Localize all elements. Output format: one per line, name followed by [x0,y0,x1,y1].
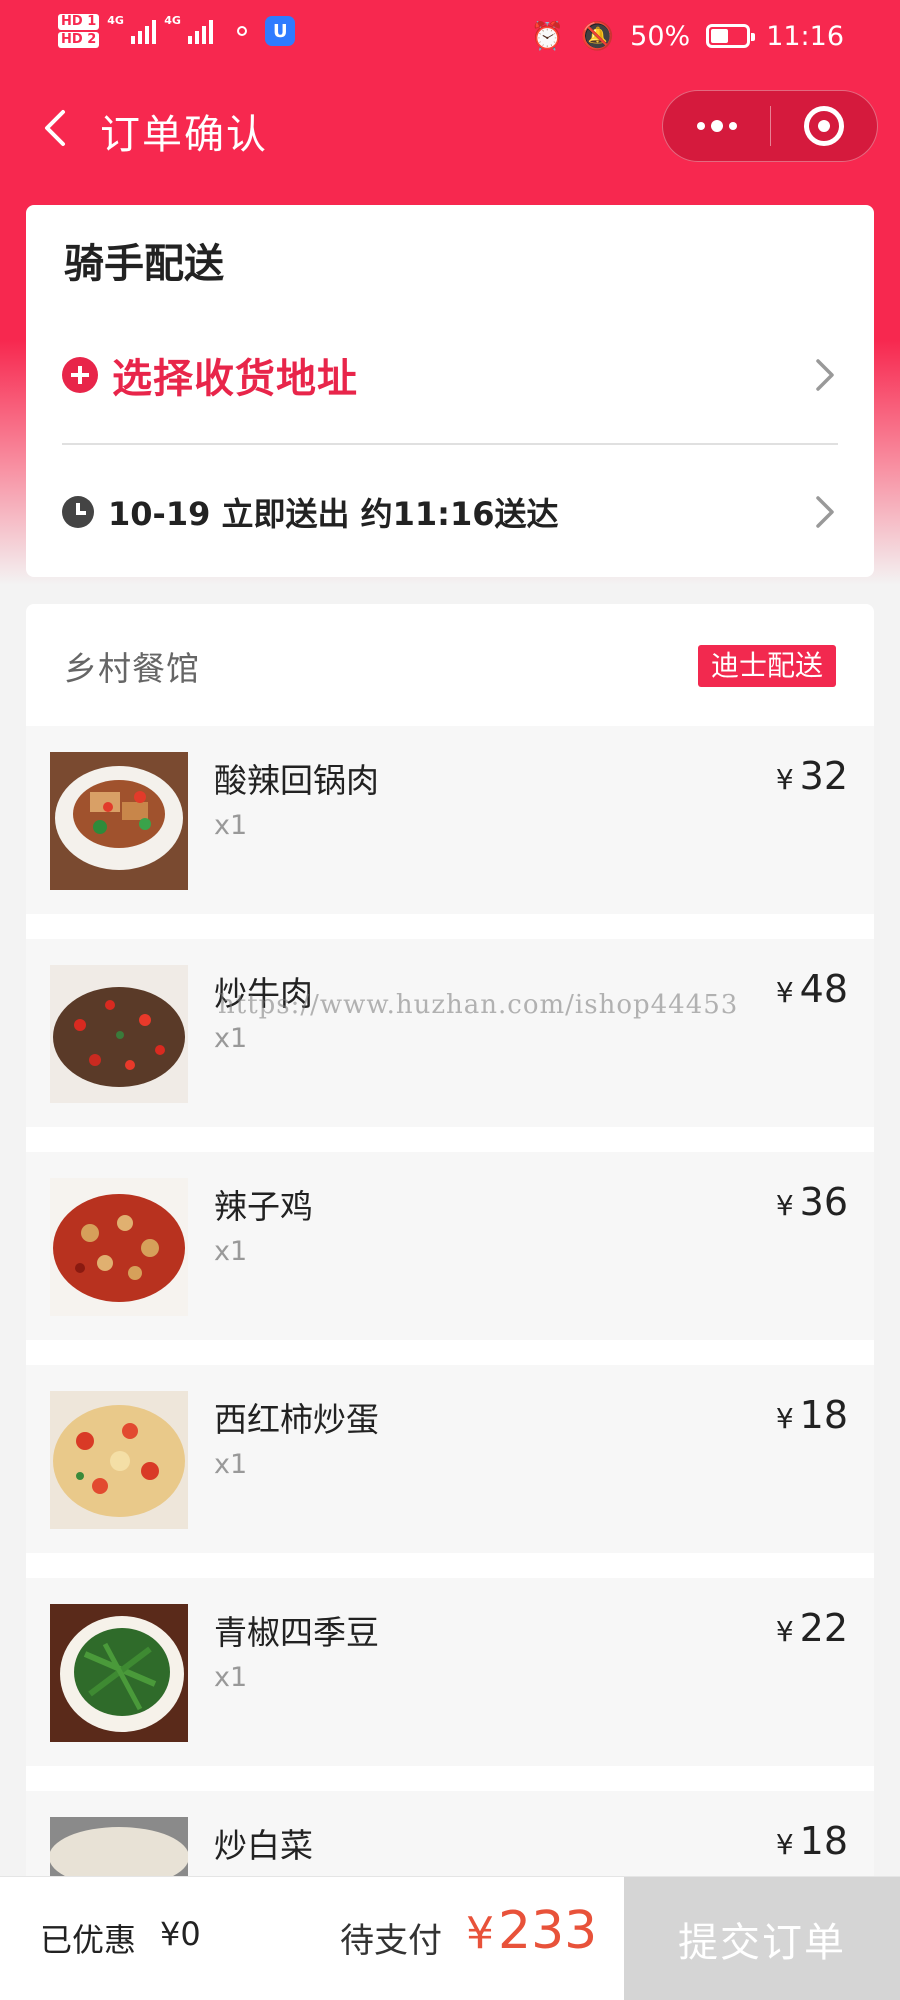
chevron-right-icon [812,494,838,530]
mute-bell-icon: 🔕 [580,21,615,52]
signal-1-icon: 4G [107,14,157,44]
mini-program-capsule [662,90,878,162]
order-item: 西红柿炒蛋 x1 ¥18 [26,1365,874,1553]
dish-image [50,1391,188,1529]
alarm-icon: ⏰ [530,21,565,52]
item-quantity: x1 [214,1449,248,1480]
restaurant-header: 乡村餐馆 迪士配送 [26,604,874,726]
item-price: ¥18 [775,1393,848,1437]
delivery-badge: 迪士配送 [697,645,836,687]
battery-icon [706,24,756,48]
restaurant-name: 乡村餐馆 [64,649,200,688]
select-address-label: 选择收货地址 [112,356,358,402]
dish-image [50,1604,188,1742]
nav-bar: 订单确认 [0,80,900,176]
item-quantity: x1 [214,1662,248,1693]
total-amount: ¥233 [466,1901,598,1961]
item-name: 西红柿炒蛋 [214,1400,379,1439]
item-name: 青椒四季豆 [214,1613,379,1652]
dish-image [50,1817,188,1880]
order-item: 青椒四季豆 x1 ¥22 [26,1578,874,1766]
hd2-indicator: HD 2 [58,32,100,48]
back-button[interactable] [28,100,84,156]
vpn-icon [237,26,248,36]
clock-icon [62,496,94,528]
checkout-bar: 已优惠 ¥0 待支付 ¥233 提交订单 [0,1876,900,2000]
more-button[interactable] [663,91,770,161]
select-address-row[interactable]: 选择收货地址 [62,343,838,407]
item-name: 辣子鸡 [214,1187,313,1226]
order-item-list: 酸辣回锅肉 x1 ¥32 炒牛肉 x1 ¥48 辣子鸡 x1 ¥36 西红柿炒蛋 [26,726,874,1880]
item-price: ¥22 [775,1606,848,1650]
item-price: ¥18 [775,1819,848,1863]
app-notification-icon: U [265,16,296,46]
submit-order-button[interactable]: 提交订单 [624,1877,900,2000]
item-quantity: x1 [214,810,248,841]
discount-value: ¥0 [160,1915,201,1953]
delivery-time-row[interactable]: 10-19 立即送出 约11:16送达 [62,487,838,537]
delivery-method-title: 骑手配送 [64,241,224,287]
item-quantity: x1 [214,1023,248,1054]
item-price: ¥32 [775,754,848,798]
delivery-time-label: 10-19 立即送出 约11:16送达 [108,495,559,533]
order-item: 辣子鸡 x1 ¥36 [26,1152,874,1340]
delivery-card: 骑手配送 选择收货地址 10-19 立即送出 约11:16送达 [26,205,874,577]
page-title: 订单确认 [100,112,268,158]
close-mini-program-button[interactable] [771,91,877,161]
order-item: 酸辣回锅肉 x1 ¥32 [26,726,874,914]
to-pay-label: 待支付 [340,1921,442,1961]
item-price: ¥36 [775,1180,848,1224]
signal-2-icon: 4G [164,14,214,44]
item-name: 炒白菜 [214,1826,313,1865]
clock-time: 11:16 [766,20,844,52]
status-bar: HD 1 HD 2 4G 4G U ⏰ 🔕 50% 11:16 [0,0,900,76]
restaurant-card: 乡村餐馆 迪士配送 酸辣回锅肉 x1 ¥32 炒牛肉 x1 ¥48 辣子鸡 x1 [26,604,874,1880]
order-item: 炒牛肉 x1 ¥48 [26,939,874,1127]
order-item: 炒白菜 ¥18 [26,1791,874,1880]
watermark: https://www.huzhan.com/ishop44453 [218,990,739,1020]
item-name: 酸辣回锅肉 [214,761,379,800]
item-price: ¥48 [775,967,848,1011]
item-quantity: x1 [214,1236,248,1267]
chevron-left-icon [45,110,65,146]
plus-circle-icon [62,357,98,393]
hd1-indicator: HD 1 [58,14,100,30]
dish-image [50,965,188,1103]
battery-percent: 50% [630,20,691,52]
dish-image [50,752,188,890]
chevron-right-icon [812,357,838,393]
target-circle-icon [803,106,844,146]
dish-image [50,1178,188,1316]
discount-label: 已优惠 [40,1921,137,1959]
divider [62,443,838,445]
